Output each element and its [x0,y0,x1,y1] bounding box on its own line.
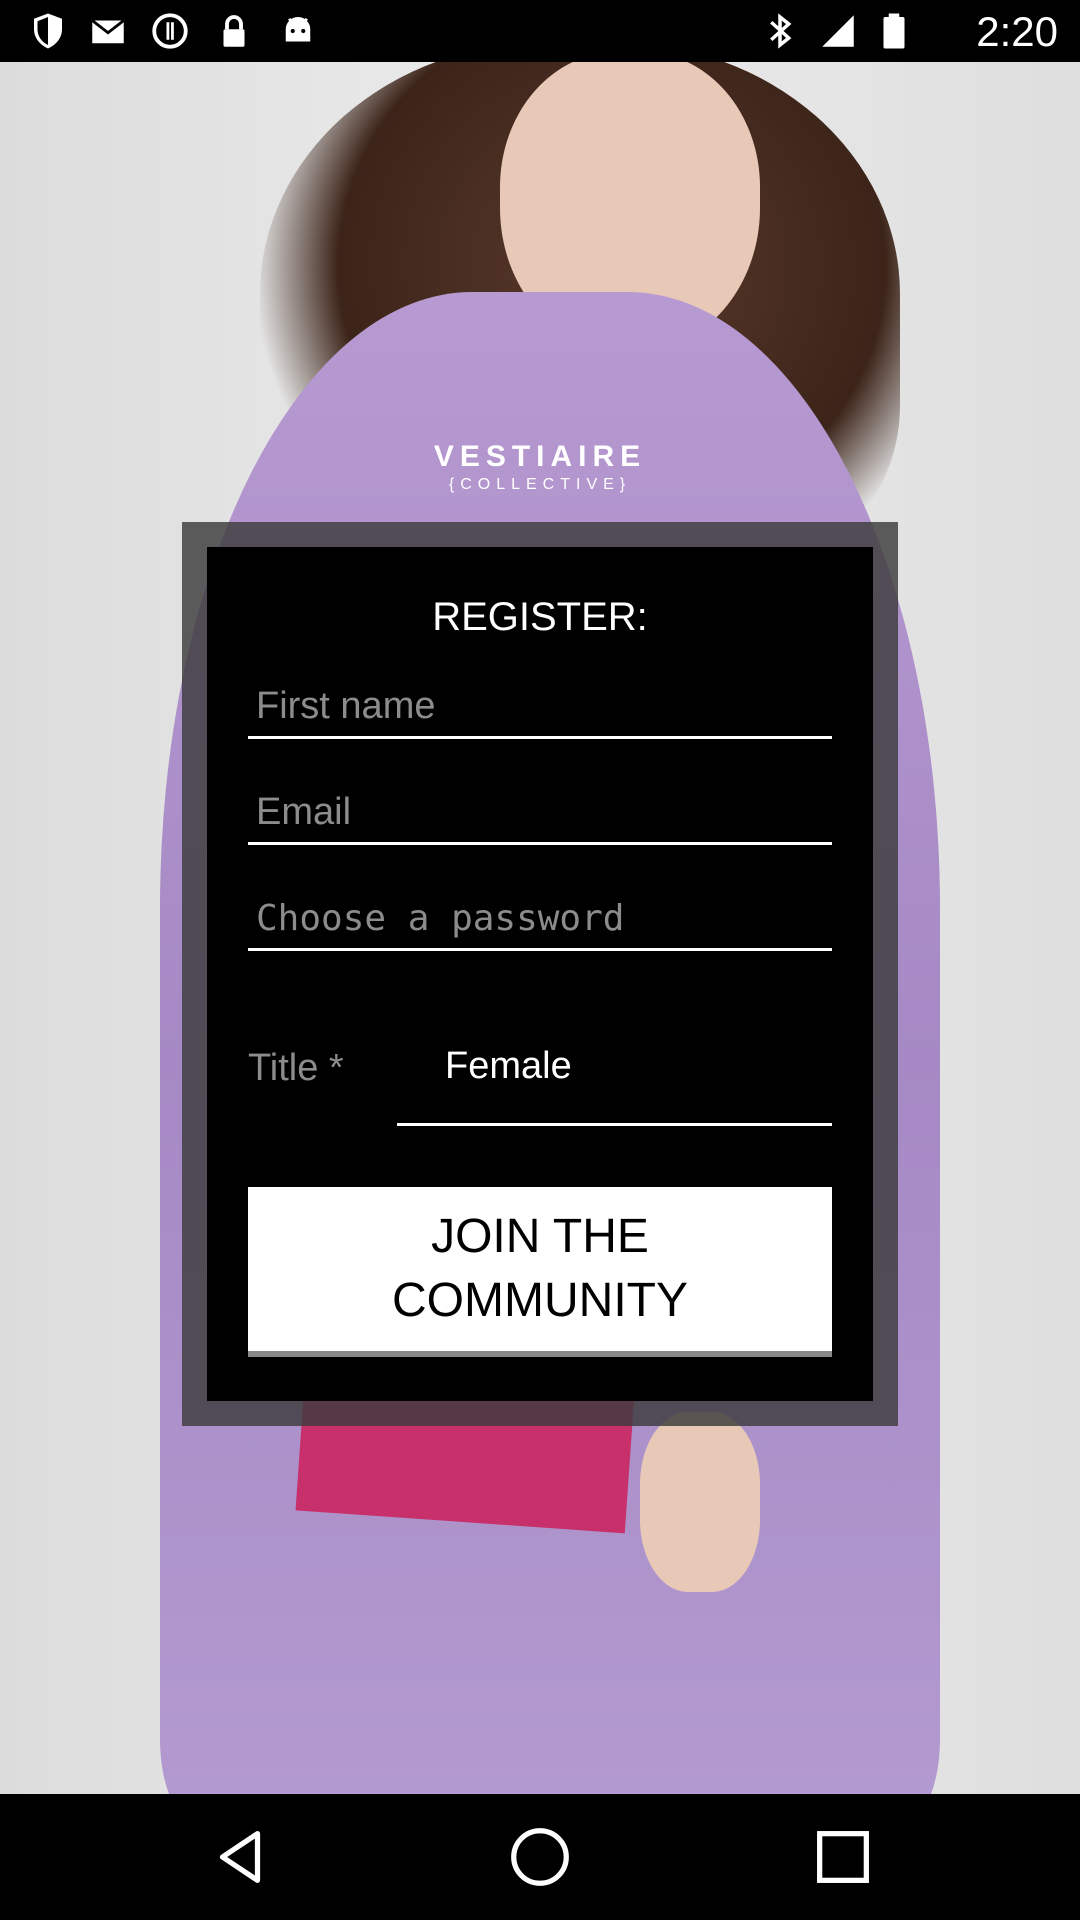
mail-icon [91,19,125,44]
first-name-input[interactable] [248,677,832,736]
title-label: Title * [248,1047,344,1089]
status-bar: 2:20 [0,0,1080,62]
register-form: REGISTER: Title * Female JOIN THE COMMUN… [207,547,873,1401]
android-icon [285,17,311,42]
password-field [248,889,832,951]
brand-logo: VESTIAIRE {COLLECTIVE} [390,440,690,494]
back-icon[interactable] [205,1822,275,1892]
home-icon[interactable] [505,1822,575,1892]
bluetooth-icon [770,13,792,49]
join-community-button[interactable]: JOIN THE COMMUNITY [248,1187,832,1357]
email-input[interactable] [248,783,832,842]
recents-icon[interactable] [808,1822,878,1892]
battery-icon [883,13,905,49]
brand-subtitle: {COLLECTIVE} [448,476,632,493]
lock-icon [223,15,245,47]
hand-shape [640,1412,760,1592]
first-name-field [248,677,832,739]
register-screen: 2:20 VESTIAIRE {COLLECTIVE} REGISTER: Fi… [0,0,1080,1920]
sync-icon [152,13,188,49]
title-select-value: Female [445,1045,572,1087]
signal-icon [822,15,854,47]
status-time: 2:20 [976,8,1058,55]
email-field [248,783,832,845]
shield-icon [34,13,62,49]
navigation-bar [0,1794,1080,1920]
password-input[interactable] [248,889,832,948]
brand-name: VESTIAIRE [433,440,647,473]
register-title: REGISTER: [432,595,648,639]
title-select[interactable]: Female [397,1027,832,1126]
